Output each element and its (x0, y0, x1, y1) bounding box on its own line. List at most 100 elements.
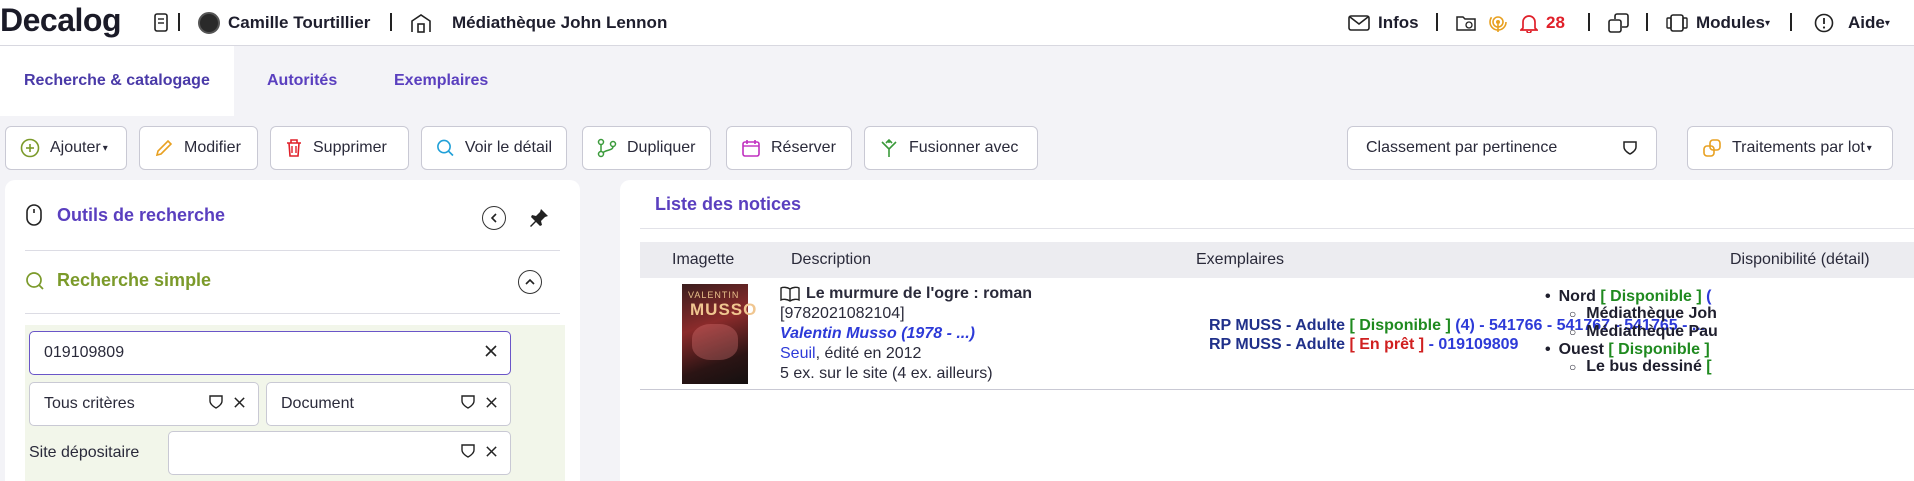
results-panel: Liste des notices Imagette Description E… (620, 180, 1914, 481)
edit-label: Modifier (184, 139, 241, 156)
collapse-simple-search-button[interactable] (518, 270, 542, 294)
merge-label: Fusionner avec (909, 139, 1019, 156)
document-type-value: Document (281, 395, 354, 412)
criteria-value: Tous critères (44, 395, 135, 412)
user-name: Camille Tourtillier (228, 13, 371, 32)
copy-barcode-link[interactable]: - 019109809 (1429, 336, 1519, 353)
search-tools-title: Outils de recherche (57, 204, 226, 225)
record-author-link[interactable]: Valentin Musso (1978 - ...) (780, 324, 1032, 344)
book-cover-thumbnail[interactable]: VALENTIN MUSSO (682, 284, 756, 384)
tabs-bar: Recherche & catalogage Autorités Exempla… (0, 46, 1914, 116)
results-table-header: Imagette Description Exemplaires Disponi… (640, 242, 1914, 278)
mouse-icon (26, 204, 42, 226)
edit-button[interactable]: Modifier (139, 126, 258, 170)
action-toolbar: Ajouter ▾ Modifier Supprimer Voir le déta… (0, 116, 1914, 180)
clear-icon[interactable] (233, 396, 246, 409)
sort-select[interactable]: Classement par pertinence (1347, 126, 1657, 170)
separator (1436, 13, 1438, 31)
mail-icon (1348, 15, 1370, 31)
cover-name-text: MUSSO (690, 300, 758, 319)
simple-search-title: Recherche simple (57, 270, 212, 290)
simple-search-header[interactable]: Recherche simple (25, 270, 211, 291)
infos-button[interactable]: Infos (1348, 0, 1419, 46)
broadcast-icon[interactable] (1488, 0, 1508, 46)
clear-icon[interactable] (485, 445, 498, 458)
notification-count: 28 (1546, 13, 1565, 32)
search-tools-header: Outils de recherche (25, 204, 225, 226)
list-item: Le bus dessiné [ (1545, 358, 1718, 376)
bell-icon (1520, 15, 1538, 33)
view-detail-button[interactable]: Voir le détail (421, 126, 567, 170)
site-select[interactable] (168, 431, 511, 475)
publication-date: , édité en 2012 (815, 345, 922, 362)
column-header-description[interactable]: Description (791, 251, 871, 269)
branch-name: Ouest (1558, 341, 1604, 358)
cover-art (692, 324, 738, 360)
clear-icon[interactable] (485, 396, 498, 409)
decalog-logo[interactable]: Decalog (0, 2, 121, 39)
tab-recherche-catalogage[interactable]: Recherche & catalogage (0, 46, 234, 116)
tab-exemplaires[interactable]: Exemplaires (370, 46, 512, 116)
table-row[interactable]: VALENTIN MUSSO Le murmure de l'ogre : ro… (640, 278, 1914, 390)
top-bar: Decalog Camille Tourtillier Médiathèque … (0, 0, 1914, 46)
tablet-icon[interactable] (152, 0, 170, 46)
trash-icon (287, 139, 301, 157)
calendar-icon (742, 140, 760, 157)
library-selector[interactable]: Médiathèque John Lennon (410, 0, 667, 46)
availability-detail: Nord [ Disponible ] ( Médiathèque Joh Mé… (1545, 288, 1718, 376)
sort-value: Classement par pertinence (1366, 139, 1558, 156)
modules-icon (1666, 14, 1688, 32)
branch-status: [ Disponible ] (1608, 341, 1710, 358)
list-item: Nord [ Disponible ] ( (1545, 288, 1718, 305)
tab-autorites[interactable]: Autorités (243, 46, 361, 116)
windows-icon[interactable] (1608, 0, 1630, 46)
avatar (198, 12, 220, 34)
library-name: Médiathèque Joh (1586, 305, 1717, 322)
collapse-panel-button[interactable] (482, 206, 506, 230)
record-title[interactable]: Le murmure de l'ogre : roman (806, 284, 1032, 304)
column-header-exemplaires[interactable]: Exemplaires (1196, 251, 1284, 269)
pin-icon[interactable] (528, 207, 550, 229)
delete-label: Supprimer (313, 139, 387, 156)
publisher-link[interactable]: Seuil (780, 345, 816, 362)
divider (640, 228, 1914, 229)
cover-author-text: VALENTIN (688, 290, 740, 300)
separator (1646, 13, 1648, 31)
folder-icon[interactable] (1456, 0, 1476, 46)
criteria-select[interactable]: Tous critères (29, 382, 259, 426)
reserve-button[interactable]: Réserver (726, 126, 852, 170)
document-type-select[interactable]: Document (266, 382, 511, 426)
chevron-left-icon (490, 213, 497, 223)
duplicate-button[interactable]: Dupliquer (582, 126, 711, 170)
infos-label: Infos (1378, 13, 1419, 32)
search-icon (26, 271, 44, 290)
delete-button[interactable]: Supprimer (270, 126, 409, 170)
separator (390, 13, 392, 31)
user-menu[interactable]: Camille Tourtillier (198, 0, 370, 46)
clear-icon[interactable] (484, 344, 498, 358)
batch-processing-button[interactable]: Traitements par lot ▾ (1687, 126, 1893, 170)
dropdown-icon[interactable] (461, 395, 475, 409)
help-menu[interactable]: Aide ▾ (1814, 0, 1890, 46)
branch-icon (597, 138, 617, 158)
dropdown-icon[interactable] (461, 444, 475, 458)
column-header-disponibilite[interactable]: Disponibilité (détail) (1730, 251, 1870, 269)
search-input[interactable]: 019109809 (29, 331, 511, 375)
modules-menu[interactable]: Modules ▾ (1666, 0, 1770, 46)
column-header-imagette[interactable]: Imagette (672, 251, 734, 269)
divider (25, 250, 560, 251)
site-label: Site dépositaire (29, 444, 140, 461)
notifications-button[interactable]: 28 (1520, 0, 1565, 46)
library-name: Médiathèque John Lennon (452, 13, 668, 32)
branch-status: [ Disponible ] (1600, 288, 1702, 305)
merge-button[interactable]: Fusionner avec (864, 126, 1038, 170)
batch-label: Traitements par lot (1732, 139, 1865, 156)
record-title-line: Le murmure de l'ogre : roman (780, 284, 1032, 304)
dropdown-icon[interactable] (209, 395, 223, 409)
help-label: Aide (1848, 13, 1885, 32)
record-isbn: [9782021082104] (780, 305, 905, 322)
search-icon (437, 139, 454, 157)
library-name: Médiathèque Pau (1586, 323, 1718, 340)
add-button[interactable]: Ajouter ▾ (5, 126, 127, 170)
record-copies-count: 5 ex. sur le site (4 ex. ailleurs) (780, 365, 993, 382)
